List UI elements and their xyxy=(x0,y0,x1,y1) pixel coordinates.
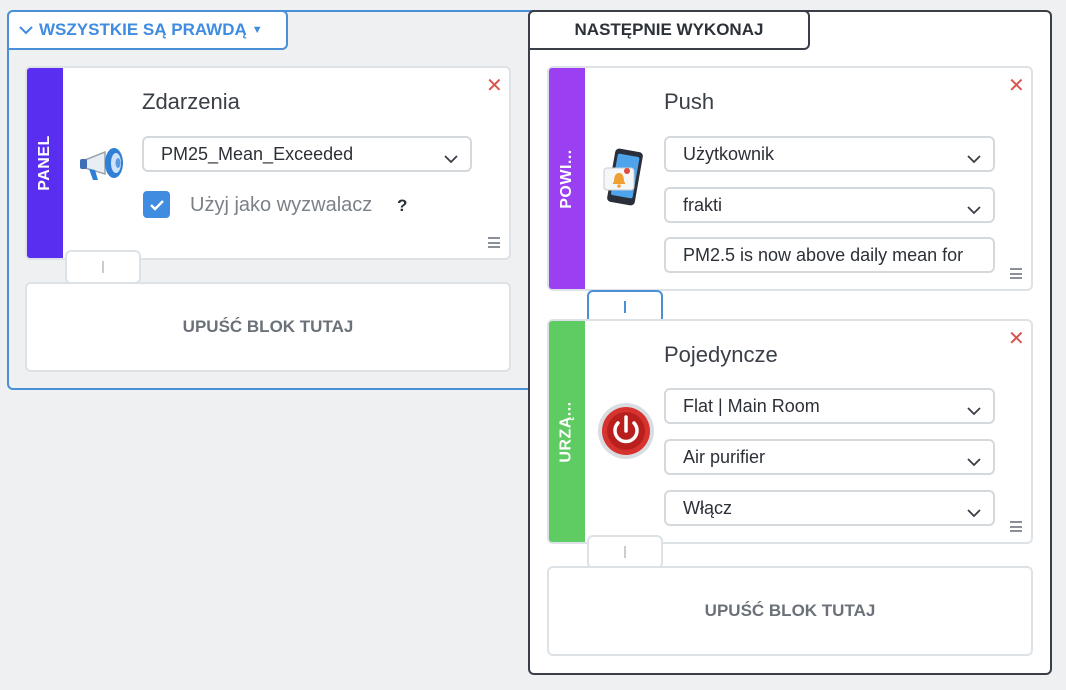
block-connector xyxy=(65,250,141,284)
block-type-label: PANEL xyxy=(36,135,54,191)
block-connector xyxy=(587,535,663,569)
phone-notification-icon xyxy=(601,148,647,215)
event-select[interactable]: PM25_Mean_Exceeded xyxy=(142,136,472,172)
command-value: Włącz xyxy=(683,497,732,518)
remove-block-button[interactable]: ✕ xyxy=(486,76,503,96)
block-type-label: URZĄ... xyxy=(558,400,575,463)
megaphone-icon xyxy=(77,142,129,193)
recipient-type-value: Użytkownik xyxy=(683,143,775,164)
chevron-down-icon xyxy=(19,22,39,38)
device-block: URZĄ... Pojedyncze ✕ Flat | Main Room Ai… xyxy=(547,319,1033,544)
help-icon[interactable]: ? xyxy=(397,196,407,216)
checkmark-icon xyxy=(149,199,164,211)
chevron-down-icon xyxy=(967,451,981,472)
block-type-stripe: POWI... xyxy=(549,68,585,289)
use-as-trigger-label: Użyj jako wyzwalacz xyxy=(190,194,373,216)
condition-operator-dropdown[interactable]: WSZYSTKIE SĄ PRAWDĄ ▼ xyxy=(7,10,288,50)
drag-handle-icon[interactable] xyxy=(488,237,500,248)
recipient-type-select[interactable]: Użytkownik xyxy=(664,136,995,172)
block-title: Zdarzenia xyxy=(142,89,240,114)
chevron-down-icon xyxy=(967,502,981,523)
drag-handle-icon[interactable] xyxy=(1010,268,1022,279)
block-type-label: POWI... xyxy=(558,148,575,209)
remove-block-button[interactable]: ✕ xyxy=(1008,76,1025,96)
block-type-stripe: URZĄ... xyxy=(549,321,585,542)
recipient-value: frakti xyxy=(683,194,723,215)
action-group-title: NASTĘPNIE WYKONAJ xyxy=(574,20,764,39)
block-title: Push xyxy=(664,89,715,114)
drop-zone[interactable]: UPUŚĆ BLOK TUTAJ xyxy=(25,282,511,372)
caret-down-icon: ▼ xyxy=(251,24,263,36)
event-select-value: PM25_Mean_Exceeded xyxy=(161,143,354,164)
recipient-select[interactable]: frakti xyxy=(664,187,995,223)
drag-handle-icon[interactable] xyxy=(1010,521,1022,532)
block-title: Pojedyncze xyxy=(664,342,778,367)
use-as-trigger-checkbox[interactable] xyxy=(143,191,170,218)
remove-block-button[interactable]: ✕ xyxy=(1008,329,1025,349)
message-value: PM2.5 is now above daily mean for xyxy=(683,244,964,265)
drop-zone[interactable]: UPUŚĆ BLOK TUTAJ xyxy=(547,566,1033,656)
power-button-icon xyxy=(597,402,655,465)
chevron-down-icon xyxy=(967,199,981,220)
device-select[interactable]: Air purifier xyxy=(664,439,995,475)
drop-zone-label: UPUŚĆ BLOK TUTAJ xyxy=(704,601,876,620)
action-group-header: NASTĘPNIE WYKONAJ xyxy=(528,10,810,50)
device-value: Air purifier xyxy=(683,446,766,467)
chevron-down-icon xyxy=(444,148,458,169)
chevron-down-icon xyxy=(967,148,981,169)
block-type-stripe: PANEL xyxy=(27,68,63,258)
command-select[interactable]: Włącz xyxy=(664,490,995,526)
chevron-down-icon xyxy=(967,400,981,421)
message-input[interactable]: PM2.5 is now above daily mean for xyxy=(664,237,995,273)
condition-operator-label: WSZYSTKIE SĄ PRAWDĄ xyxy=(39,20,247,39)
location-select[interactable]: Flat | Main Room xyxy=(664,388,995,424)
push-block: POWI... Push ✕ Użytkownik frakti PM2.5 i… xyxy=(547,66,1033,291)
event-block: PANEL Zdarzenia ✕ PM25_Mean_Exceeded Uży… xyxy=(25,66,511,260)
drop-zone-label: UPUŚĆ BLOK TUTAJ xyxy=(182,317,354,336)
location-value: Flat | Main Room xyxy=(683,395,820,416)
